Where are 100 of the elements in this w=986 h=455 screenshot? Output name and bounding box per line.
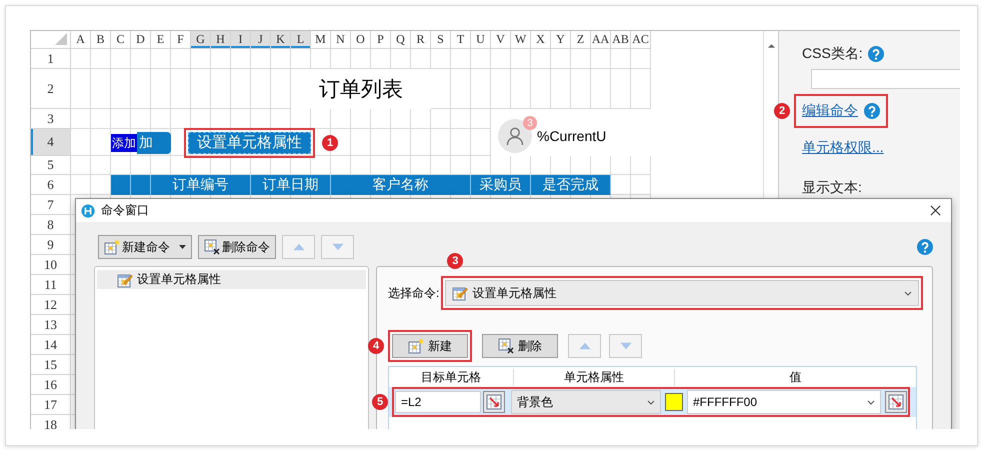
- dropdown-arrow-icon: [179, 245, 186, 249]
- user-name: %CurrentU: [537, 128, 606, 144]
- column-header[interactable]: Y: [551, 31, 571, 49]
- close-icon[interactable]: [930, 205, 941, 216]
- new-command-button[interactable]: 新建命令: [98, 235, 192, 259]
- property-select[interactable]: 背景色: [511, 390, 661, 414]
- app-logo-icon: [81, 204, 95, 218]
- row-header[interactable]: 13: [31, 315, 71, 335]
- column-header[interactable]: I: [231, 31, 251, 49]
- delete-button[interactable]: 删除: [482, 334, 558, 358]
- column-header[interactable]: H: [211, 31, 231, 49]
- column-header[interactable]: M: [311, 31, 331, 49]
- callout-badge: 2: [774, 103, 790, 119]
- column-header[interactable]: V: [491, 31, 511, 49]
- row-header[interactable]: 3: [31, 109, 71, 129]
- column-header[interactable]: X: [531, 31, 551, 49]
- row-header[interactable]: 8: [31, 215, 71, 235]
- edit-command-link[interactable]: 编辑命令: [802, 102, 858, 120]
- table-edit-icon: [452, 285, 468, 301]
- color-value-field[interactable]: #FFFFFF00: [687, 390, 881, 414]
- column-header[interactable]: AB: [611, 31, 631, 49]
- column-header[interactable]: J: [251, 31, 271, 49]
- callout-badge: 1: [322, 134, 338, 150]
- row-header[interactable]: 4: [31, 129, 71, 156]
- cell-picker-button[interactable]: [483, 391, 505, 413]
- column-header[interactable]: R: [411, 31, 431, 49]
- help-icon[interactable]: [917, 239, 933, 255]
- column-header[interactable]: P: [371, 31, 391, 49]
- person-icon: [505, 126, 525, 146]
- column-header[interactable]: C: [111, 31, 131, 49]
- callout-badge: 4: [368, 338, 384, 354]
- column-header[interactable]: W: [511, 31, 531, 49]
- column-header[interactable]: U: [471, 31, 491, 49]
- column-header[interactable]: G: [191, 31, 211, 49]
- label-tag: 添加: [111, 134, 137, 152]
- column-header[interactable]: A: [71, 31, 91, 49]
- chevron-down-icon: [647, 400, 655, 404]
- column-header[interactable]: K: [271, 31, 291, 49]
- delete-table-icon: [204, 239, 220, 255]
- row-header[interactable]: 17: [31, 395, 71, 415]
- table-header-cell: 订单日期: [251, 175, 331, 195]
- cell-picker-button[interactable]: [885, 391, 907, 413]
- target-cell-field[interactable]: =L2: [395, 391, 481, 413]
- display-text-label: 显示文本:: [802, 179, 862, 197]
- row-header[interactable]: 6: [31, 175, 71, 195]
- delete-command-button[interactable]: 删除命令: [198, 235, 276, 259]
- column-header[interactable]: N: [331, 31, 351, 49]
- table-header-cell: 订单编号: [151, 175, 251, 195]
- add-button[interactable]: 加: [137, 132, 171, 154]
- row-header[interactable]: 14: [31, 335, 71, 355]
- callout-badge: 3: [447, 253, 464, 269]
- new-table-icon: [408, 338, 424, 354]
- avatar[interactable]: [498, 119, 532, 153]
- help-icon[interactable]: [864, 103, 880, 119]
- row-header[interactable]: 2: [31, 69, 71, 109]
- column-header[interactable]: S: [431, 31, 451, 49]
- row-header[interactable]: 9: [31, 235, 71, 255]
- notification-badge: 3: [523, 116, 537, 130]
- chevron-down-icon: [904, 290, 912, 296]
- css-class-field[interactable]: [811, 69, 960, 89]
- row-header[interactable]: 1: [31, 49, 71, 69]
- up-triangle-icon: [292, 243, 306, 251]
- command-list-item[interactable]: 设置单元格属性: [97, 270, 366, 289]
- column-header[interactable]: AA: [591, 31, 611, 49]
- select-command-label: 选择命令:: [388, 284, 440, 302]
- cell-picker-icon: [486, 394, 502, 410]
- down-triangle-icon: [330, 243, 344, 251]
- column-header[interactable]: F: [171, 31, 191, 49]
- row-header[interactable]: 5: [31, 156, 71, 175]
- column-header[interactable]: T: [451, 31, 471, 49]
- set-cell-property-button[interactable]: 设置单元格属性: [188, 132, 311, 154]
- dialog-title: 命令窗口: [101, 202, 150, 219]
- column-header[interactable]: E: [151, 31, 171, 49]
- column-header[interactable]: D: [131, 31, 151, 49]
- row-header[interactable]: 7: [31, 195, 71, 215]
- table-header-cell: 是否完成: [531, 175, 611, 195]
- column-header[interactable]: B: [91, 31, 111, 49]
- table-edit-icon: [117, 272, 133, 288]
- new-table-icon: [104, 239, 120, 255]
- column-header[interactable]: O: [351, 31, 371, 49]
- command-select[interactable]: 设置单元格属性: [445, 280, 919, 306]
- row-header[interactable]: 12: [31, 295, 71, 315]
- table-header-cell: [131, 175, 151, 195]
- row-header[interactable]: 16: [31, 375, 71, 395]
- help-icon[interactable]: [868, 46, 884, 62]
- row-header[interactable]: 11: [31, 275, 71, 295]
- column-header[interactable]: Q: [391, 31, 411, 49]
- column-header[interactable]: L: [291, 31, 311, 49]
- new-button[interactable]: 新建: [392, 334, 468, 358]
- column-header[interactable]: AC: [631, 31, 651, 49]
- color-swatch[interactable]: [665, 393, 683, 411]
- sheet-title: 订单列表: [291, 69, 431, 109]
- cell-picker-icon: [888, 394, 904, 410]
- column-heading: 单元格属性: [514, 368, 675, 386]
- scroll-up-icon[interactable]: [766, 43, 776, 49]
- cell-permission-link[interactable]: 单元格权限...: [802, 139, 884, 157]
- corner-triangle-icon: [55, 33, 67, 45]
- row-header[interactable]: 10: [31, 255, 71, 275]
- column-header[interactable]: Z: [571, 31, 591, 49]
- row-header[interactable]: 15: [31, 355, 71, 375]
